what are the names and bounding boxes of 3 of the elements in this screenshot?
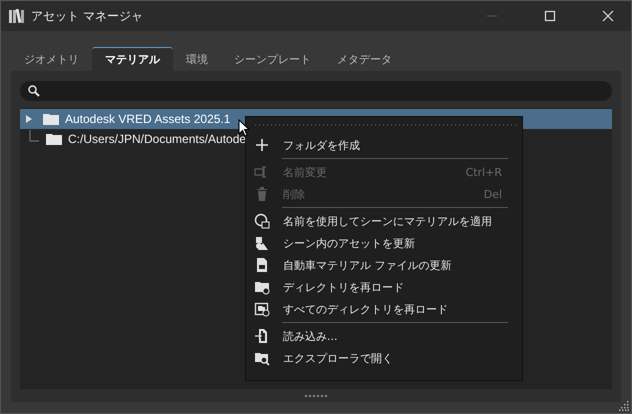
tree-item-label: Autodesk VRED Assets 2025.1: [65, 112, 230, 126]
tree-item-label: C:/Users/JPN/Documents/Autode: [68, 132, 246, 146]
window-title: アセット マネージャ: [31, 8, 143, 24]
